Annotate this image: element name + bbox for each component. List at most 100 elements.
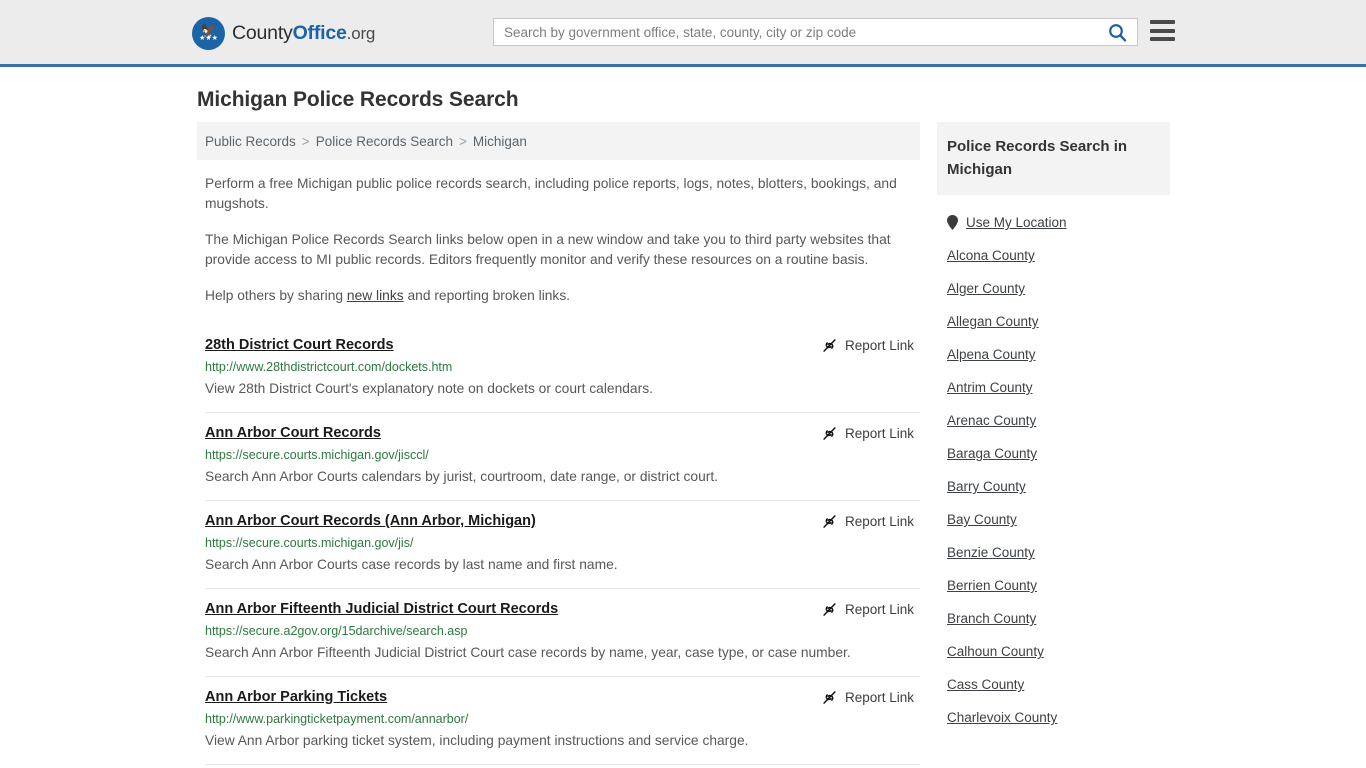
intro-paragraph-3-post: and reporting broken links.: [403, 288, 571, 303]
search-input[interactable]: [494, 19, 1097, 45]
intro-paragraph-2: The Michigan Police Records Search links…: [205, 232, 891, 267]
logo-text-org: .org: [346, 24, 376, 43]
result-url[interactable]: https://secure.courts.michigan.gov/jis/: [205, 535, 920, 551]
broken-link-icon: [821, 513, 838, 530]
new-links-link[interactable]: new links: [347, 288, 404, 303]
result-title-link[interactable]: Ann Arbor Fifteenth Judicial District Co…: [205, 600, 558, 619]
result-header: Ann Arbor Parking Tickets Report Link: [205, 677, 920, 707]
report-link-button[interactable]: Report Link: [821, 425, 914, 442]
eagle-seal-icon: 🦅 ★★★: [192, 17, 225, 50]
hamburger-bar-3: [1150, 37, 1175, 41]
county-link[interactable]: Bay County: [947, 512, 1017, 527]
county-link[interactable]: Calhoun County: [947, 644, 1044, 659]
result-title-link[interactable]: Ann Arbor Court Records: [205, 424, 381, 443]
sidebar-item-county[interactable]: Alcona County: [937, 239, 1170, 272]
sidebar-item-use-my-location[interactable]: Use My Location: [937, 206, 1170, 239]
hamburger-menu-icon[interactable]: [1150, 20, 1175, 41]
result-url[interactable]: https://secure.courts.michigan.gov/jiscc…: [205, 447, 920, 463]
report-link-button[interactable]: Report Link: [821, 689, 914, 706]
report-link-button[interactable]: Report Link: [821, 337, 914, 354]
county-link[interactable]: Alpena County: [947, 347, 1036, 362]
sidebar-item-county[interactable]: Cass County: [937, 668, 1170, 701]
sidebar-item-county[interactable]: Allegan County: [937, 305, 1170, 338]
county-link[interactable]: Allegan County: [947, 314, 1039, 329]
intro-paragraph-1: Perform a free Michigan public police re…: [205, 176, 897, 211]
intro-paragraph-3: Help others by sharing new links and rep…: [197, 270, 909, 306]
report-link-button[interactable]: Report Link: [821, 601, 914, 618]
result-title-link[interactable]: Ann Arbor Parking Tickets: [205, 688, 387, 707]
result-description: Search Ann Arbor Courts case records by …: [205, 557, 618, 572]
search-icon: [1108, 23, 1127, 42]
sidebar-item-county[interactable]: Baraga County: [937, 437, 1170, 470]
sidebar-item-county[interactable]: Bay County: [937, 503, 1170, 536]
sidebar-county-list: Use My Location Alcona County Alger Coun…: [937, 195, 1170, 734]
sidebar-item-county[interactable]: Branch County: [937, 602, 1170, 635]
result-item: Ann Arbor Court Records (Ann Arbor, Mich…: [205, 501, 920, 589]
report-link-label: Report Link: [844, 426, 914, 441]
result-url[interactable]: http://www.parkingticketpayment.com/anna…: [205, 711, 920, 727]
result-title-link[interactable]: 28th District Court Records: [205, 336, 394, 355]
broken-link-icon: [821, 689, 838, 706]
sidebar-item-county[interactable]: Alpena County: [937, 338, 1170, 371]
county-link[interactable]: Baraga County: [947, 446, 1037, 461]
result-header: 28th District Court Records Report Link: [205, 325, 920, 355]
sidebar-item-county[interactable]: Charlevoix County: [937, 701, 1170, 734]
main-content: Public Records > Police Records Search >…: [197, 122, 920, 765]
intro-paragraph-3-pre: Help others by sharing: [205, 288, 347, 303]
sidebar-item-county[interactable]: Arenac County: [937, 404, 1170, 437]
hamburger-bar-2: [1150, 28, 1175, 33]
county-link[interactable]: Arenac County: [947, 413, 1036, 428]
broken-link-icon: [821, 425, 838, 442]
site-logo[interactable]: 🦅 ★★★ CountyOffice.org: [192, 17, 375, 50]
county-link[interactable]: Branch County: [947, 611, 1036, 626]
result-item: Ann Arbor Fifteenth Judicial District Co…: [205, 589, 920, 677]
logo-text: CountyOffice.org: [232, 22, 375, 45]
result-header: Ann Arbor Court Records Report Link: [205, 413, 920, 443]
sidebar-item-county[interactable]: Barry County: [937, 470, 1170, 503]
use-my-location-link[interactable]: Use My Location: [966, 215, 1067, 230]
report-link-label: Report Link: [844, 514, 914, 529]
logo-text-office: Office: [292, 22, 347, 44]
sidebar-item-county[interactable]: Alger County: [937, 272, 1170, 305]
result-item: Ann Arbor Court Records Report Link http…: [205, 413, 920, 501]
hamburger-bar-1: [1150, 20, 1175, 24]
result-url[interactable]: http://www.28thdistrictcourt.com/dockets…: [205, 359, 920, 375]
county-link[interactable]: Alger County: [947, 281, 1025, 296]
result-description: Search Ann Arbor Fifteenth Judicial Dist…: [205, 645, 851, 660]
results-list: 28th District Court Records Report Link …: [197, 325, 920, 765]
county-link[interactable]: Benzie County: [947, 545, 1035, 560]
county-link[interactable]: Alcona County: [947, 248, 1035, 263]
breadcrumb-item-michigan: Michigan: [472, 133, 527, 149]
result-title-link[interactable]: Ann Arbor Court Records (Ann Arbor, Mich…: [205, 512, 536, 531]
county-link[interactable]: Antrim County: [947, 380, 1033, 395]
report-link-label: Report Link: [844, 602, 914, 617]
result-description: Search Ann Arbor Courts calendars by jur…: [205, 469, 719, 484]
result-header: Ann Arbor Court Records (Ann Arbor, Mich…: [205, 501, 920, 531]
map-pin-icon: [947, 215, 958, 230]
sidebar-item-county[interactable]: Antrim County: [937, 371, 1170, 404]
search-button[interactable]: [1097, 19, 1137, 45]
county-link[interactable]: Cass County: [947, 677, 1024, 692]
breadcrumb: Public Records > Police Records Search >…: [197, 122, 920, 160]
site-header: 🦅 ★★★ CountyOffice.org: [0, 0, 1366, 67]
broken-link-icon: [821, 337, 838, 354]
county-link[interactable]: Berrien County: [947, 578, 1037, 593]
result-header: Ann Arbor Fifteenth Judicial District Co…: [205, 589, 920, 619]
county-link[interactable]: Charlevoix County: [947, 710, 1057, 725]
result-description: View Ann Arbor parking ticket system, in…: [205, 733, 749, 748]
result-item: 28th District Court Records Report Link …: [205, 325, 920, 413]
page-title: Michigan Police Records Search: [197, 88, 519, 111]
report-link-label: Report Link: [844, 338, 914, 353]
breadcrumb-item-police-records-search[interactable]: Police Records Search: [316, 134, 453, 149]
sidebar-item-county[interactable]: Benzie County: [937, 536, 1170, 569]
breadcrumb-item-public-records[interactable]: Public Records: [205, 134, 296, 149]
report-link-button[interactable]: Report Link: [821, 513, 914, 530]
breadcrumb-separator-1: >: [301, 133, 310, 149]
report-link-label: Report Link: [844, 690, 914, 705]
result-url[interactable]: https://secure.a2gov.org/15darchive/sear…: [205, 623, 920, 639]
sidebar-item-county[interactable]: Berrien County: [937, 569, 1170, 602]
county-link[interactable]: Barry County: [947, 479, 1026, 494]
breadcrumb-separator-2: >: [459, 133, 467, 149]
result-description: View 28th District Court's explanatory n…: [205, 381, 653, 396]
sidebar-item-county[interactable]: Calhoun County: [937, 635, 1170, 668]
